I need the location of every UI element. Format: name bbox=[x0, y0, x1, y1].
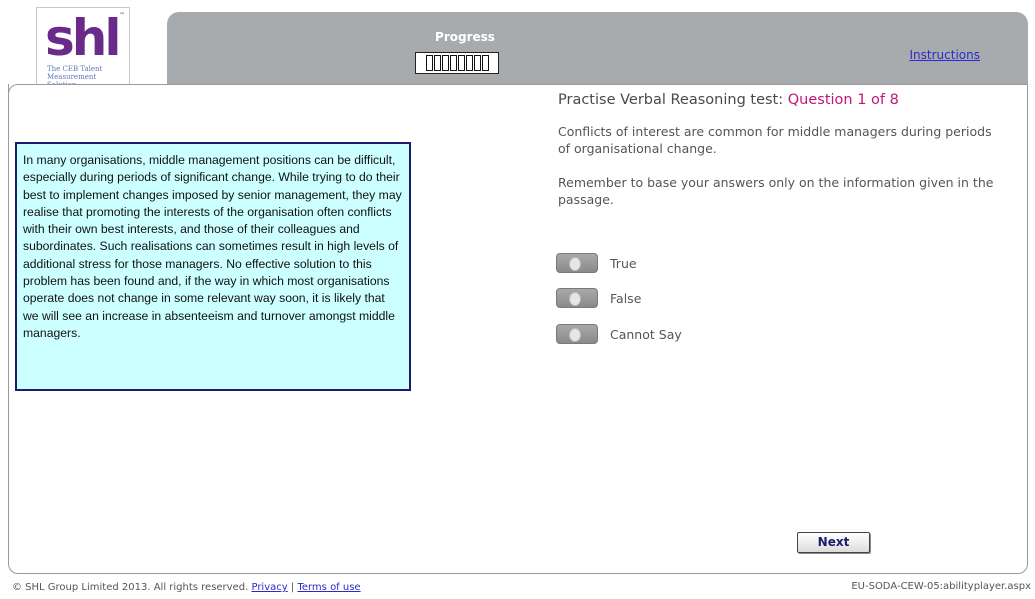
progress-segment bbox=[481, 55, 489, 71]
question-title-prefix: Practise Verbal Reasoning test: bbox=[558, 92, 788, 108]
logo-frame: shl ™ The CEB Talent Measurement Solutio… bbox=[36, 7, 130, 95]
question-reminder: Remember to base your answers only on th… bbox=[558, 175, 994, 207]
progress-segment bbox=[473, 55, 481, 71]
option-false[interactable]: False bbox=[556, 288, 641, 308]
progress-label: Progress bbox=[435, 30, 495, 44]
terms-link[interactable]: Terms of use bbox=[297, 582, 360, 593]
progress-segment bbox=[441, 55, 449, 71]
radio-button[interactable] bbox=[556, 288, 598, 308]
progress-segment bbox=[449, 55, 457, 71]
option-label: False bbox=[610, 290, 642, 306]
radio-button[interactable] bbox=[556, 324, 598, 344]
progress-segment bbox=[457, 55, 465, 71]
option-label: Cannot Say bbox=[610, 326, 682, 342]
progress-bar bbox=[415, 52, 499, 74]
shl-logo: shl ™ The CEB Talent Measurement Solutio… bbox=[8, 5, 168, 95]
instructions-link[interactable]: Instructions bbox=[910, 48, 980, 62]
next-button[interactable]: Next bbox=[797, 532, 870, 553]
logo-trademark: ™ bbox=[119, 12, 125, 19]
copyright-text: © SHL Group Limited 2013. All rights res… bbox=[12, 582, 249, 593]
question-count: Question 1 of 8 bbox=[787, 92, 899, 108]
option-cannot-say[interactable]: Cannot Say bbox=[556, 324, 682, 344]
option-label: True bbox=[610, 255, 637, 271]
progress-segment bbox=[433, 55, 441, 71]
header-bar: Progress Instructions bbox=[167, 12, 1028, 84]
passage-box: In many organisations, middle management… bbox=[15, 142, 411, 391]
privacy-link[interactable]: Privacy bbox=[251, 582, 287, 593]
radio-button[interactable] bbox=[556, 253, 598, 273]
option-true[interactable]: True bbox=[556, 253, 637, 273]
question-title: Practise Verbal Reasoning test: Question… bbox=[558, 92, 899, 108]
question-statement: Conflicts of interest are common for mid… bbox=[558, 124, 992, 156]
footer-separator: | bbox=[290, 582, 295, 593]
footer-copyright-row: © SHL Group Limited 2013. All rights res… bbox=[12, 582, 361, 593]
progress-segment bbox=[465, 55, 473, 71]
logo-wordmark: shl bbox=[45, 9, 121, 67]
progress-segment bbox=[425, 55, 433, 71]
page-id: EU-SODA-CEW-05:abilityplayer.aspx bbox=[851, 581, 1031, 592]
